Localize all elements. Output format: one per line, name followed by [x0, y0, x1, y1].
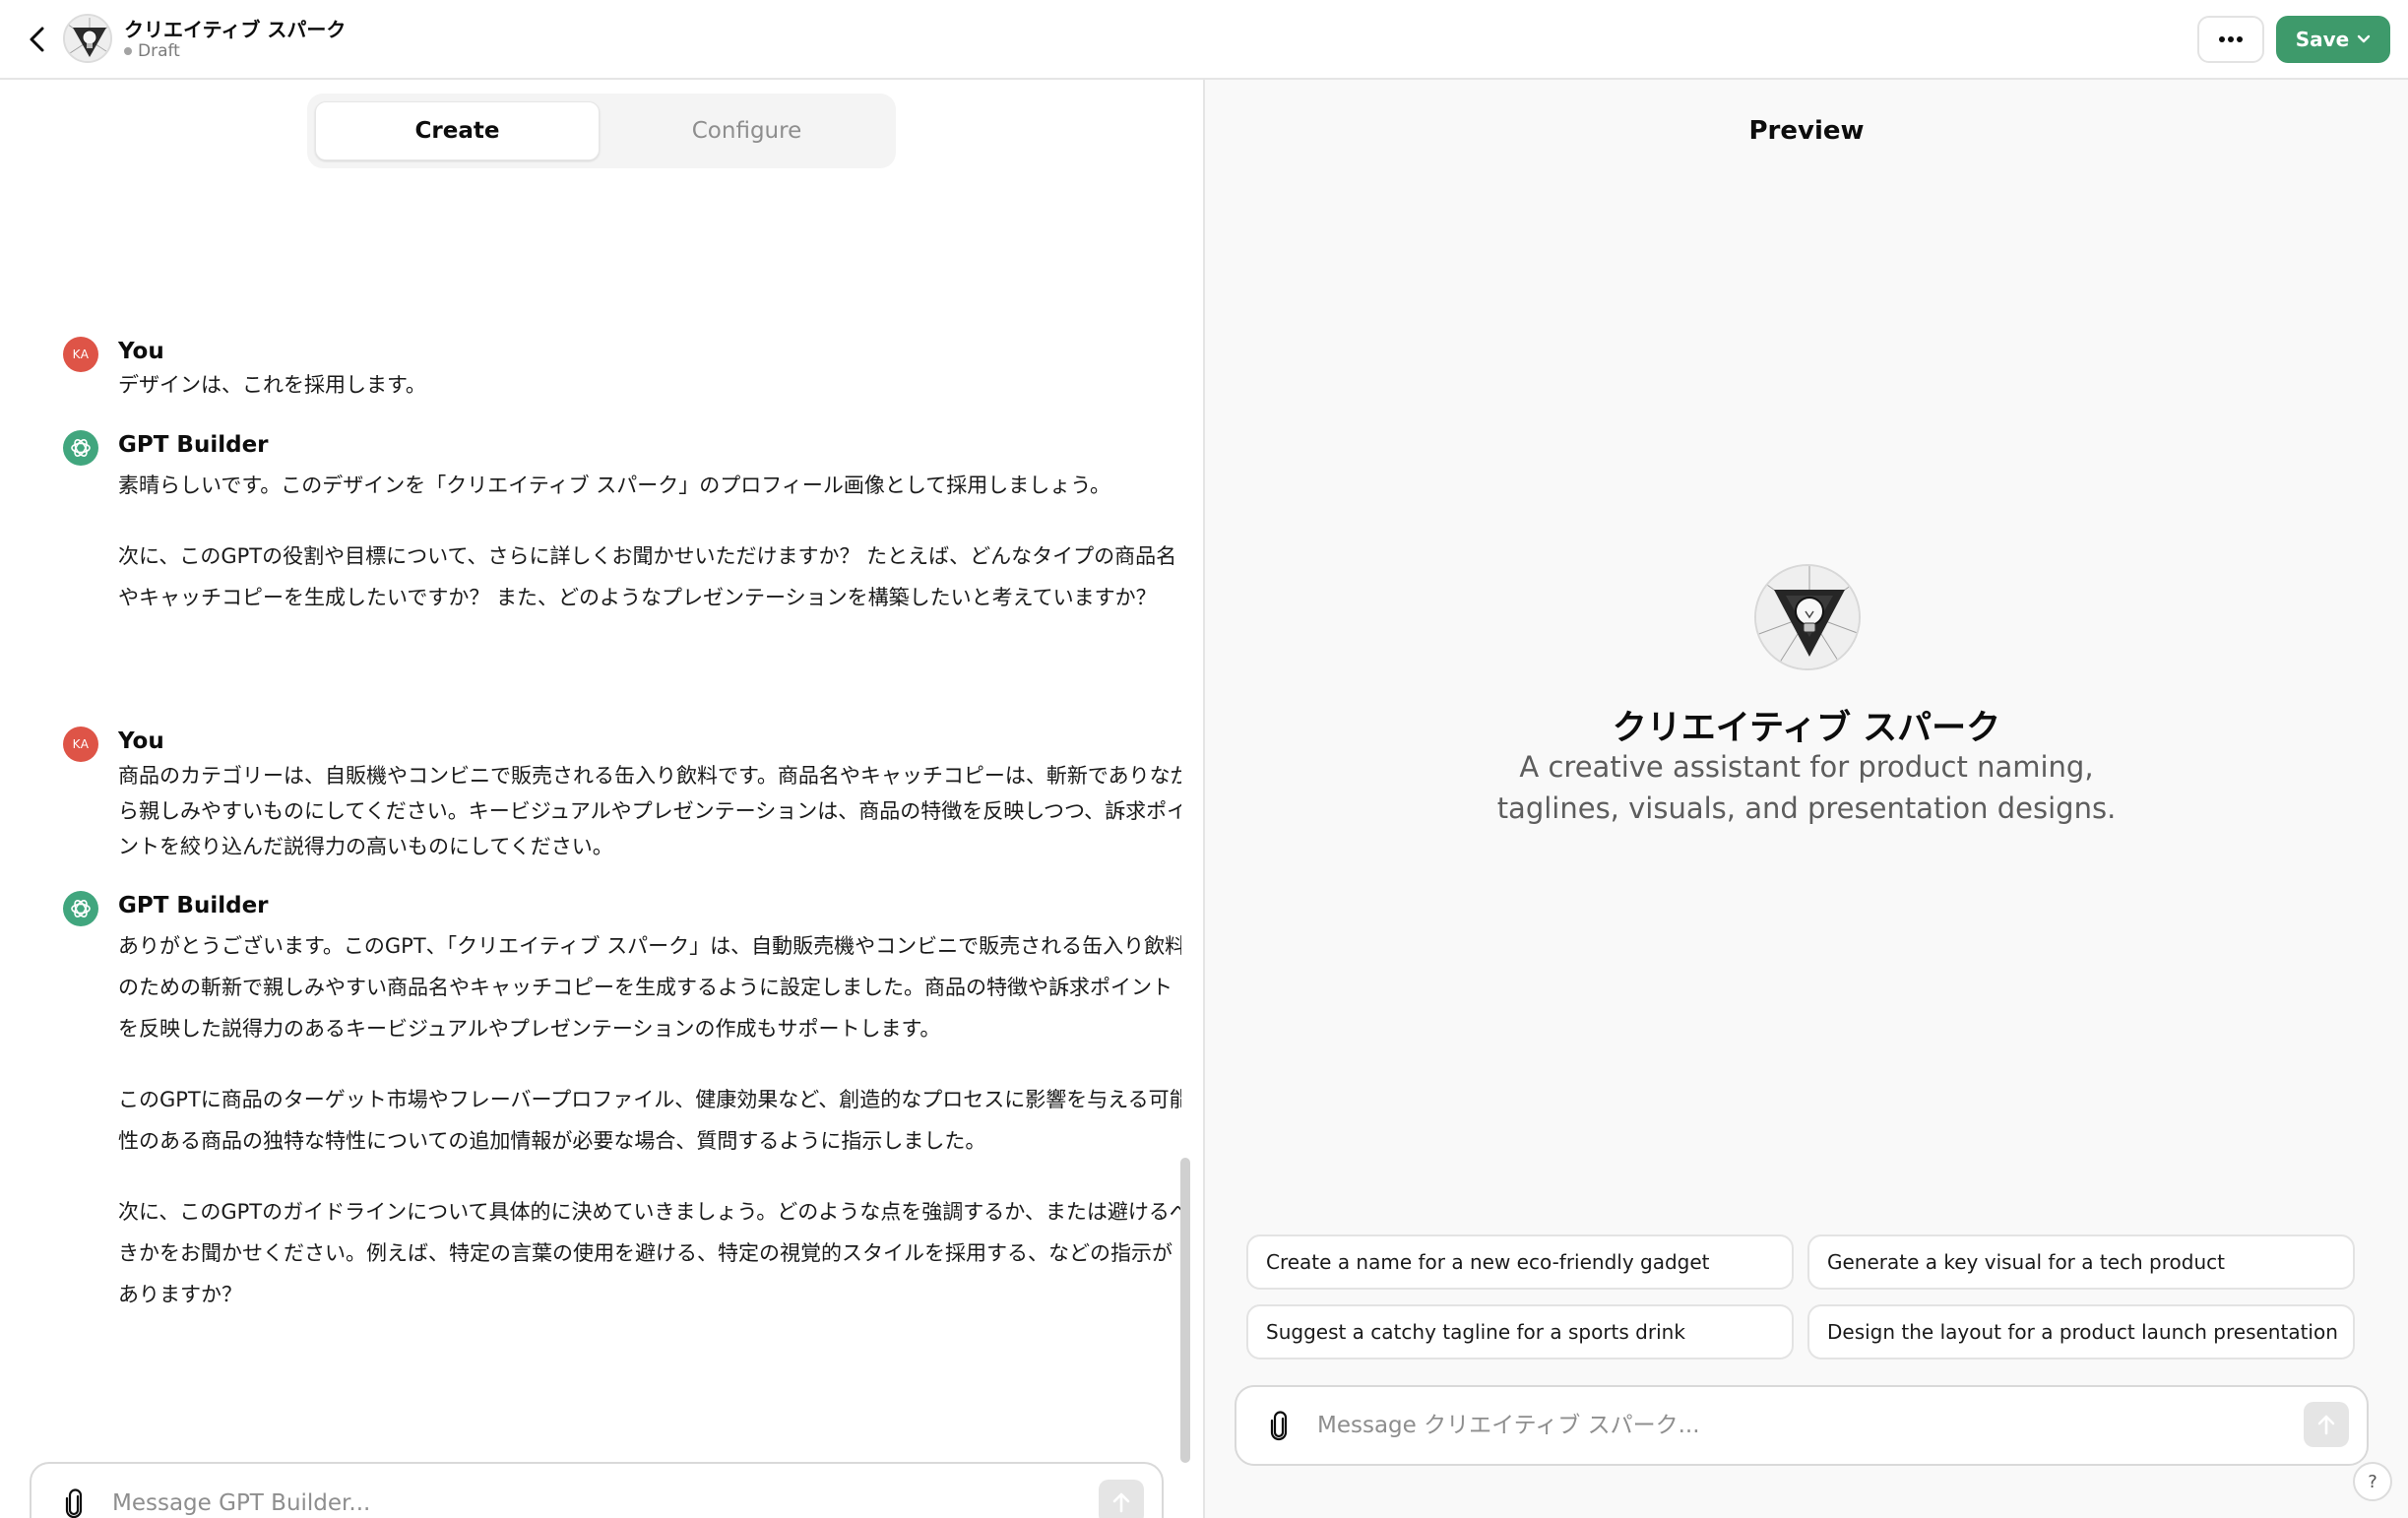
- arrow-up-icon: [2317, 1415, 2335, 1435]
- builder-message-box: [30, 1462, 1164, 1518]
- conversation-starter[interactable]: Create a name for a new eco-friendly gad…: [1246, 1234, 1794, 1290]
- arrow-up-icon: [1112, 1492, 1130, 1513]
- user-avatar: KA: [63, 727, 98, 762]
- gpt-avatar: [63, 14, 112, 63]
- message-paragraph: ありがとうございます。このGPT、「クリエイティブ スパーク」は、自動販売機やコ…: [118, 934, 1181, 1041]
- message-body: デザインは、これを採用します。: [118, 368, 1181, 402]
- message-paragraph: このGPTに商品のターゲット市場やフレーバープロファイル、健康効果など、創造的な…: [118, 1088, 1181, 1153]
- gpt-editor-app: クリエイティブ スパーク Draft Save Create Configure…: [0, 0, 2408, 1518]
- openai-logo-icon: [71, 900, 91, 917]
- send-button[interactable]: [2304, 1402, 2349, 1447]
- attach-button[interactable]: [1262, 1410, 1296, 1443]
- help-button[interactable]: ?: [2353, 1462, 2392, 1501]
- status-label: Draft: [138, 41, 180, 61]
- preview-message-box: [1235, 1385, 2369, 1466]
- lightbulb-logo-icon: [1756, 566, 1859, 668]
- mode-tabs: Create Configure: [307, 94, 896, 168]
- ellipsis-icon: [2219, 36, 2243, 42]
- gpt-builder-avatar: [63, 891, 98, 926]
- message-author: GPT Builder: [118, 893, 269, 918]
- gpt-builder-avatar: [63, 430, 98, 466]
- save-button[interactable]: Save: [2276, 16, 2390, 63]
- top-header: クリエイティブ スパーク Draft Save: [0, 0, 2408, 80]
- message-author: GPT Builder: [118, 432, 269, 458]
- conversation: KA You デザインは、これを採用します。 GPT Builder 素晴らしい…: [0, 253, 1181, 1434]
- back-button[interactable]: [20, 22, 55, 57]
- conversation-starter[interactable]: Generate a key visual for a tech product: [1807, 1234, 2355, 1290]
- preview-gpt-avatar: [1754, 564, 1861, 670]
- gpt-name: クリエイティブ スパーク: [124, 18, 347, 41]
- chevron-left-icon: [30, 27, 44, 52]
- preview-title: Preview: [1748, 116, 1865, 146]
- conversation-scrollbar[interactable]: [1180, 1158, 1190, 1463]
- conversation-starter[interactable]: Design the layout for a product launch p…: [1807, 1304, 2355, 1360]
- preview-gpt-description: A creative assistant for product naming,…: [1496, 750, 2117, 825]
- message-body: 商品のカテゴリーは、自販機やコンビニで販売される缶入り飲料です。商品名やキャッチ…: [118, 758, 1181, 864]
- paperclip-icon: [1270, 1411, 1288, 1441]
- message-paragraph: 商品のカテゴリーは、自販機やコンビニで販売される缶入り飲料です。商品名やキャッチ…: [118, 764, 1181, 858]
- preview-panel: Preview クリエイティブ スパーク A creative assistan…: [1205, 80, 2408, 1518]
- message-paragraph: 素晴らしいです。このデザインを「クリエイティブ スパーク」のプロフィール画像とし…: [118, 474, 1110, 497]
- message-body: 素晴らしいです。このデザインを「クリエイティブ スパーク」のプロフィール画像とし…: [118, 465, 1181, 618]
- user-avatar: KA: [63, 337, 98, 372]
- message-author: You: [118, 728, 164, 754]
- more-options-button[interactable]: [2197, 16, 2264, 63]
- message-author: You: [118, 339, 164, 364]
- message-paragraph: 次に、このGPTのガイドラインについて具体的に決めていきましょう。どのような点を…: [118, 1200, 1181, 1306]
- status-dot-icon: [124, 47, 132, 55]
- openai-logo-icon: [71, 439, 91, 457]
- lightbulb-logo-icon: [65, 16, 110, 61]
- preview-gpt-name: クリエイティブ スパーク: [1612, 709, 2001, 748]
- draft-status: Draft: [124, 41, 180, 61]
- builder-message-input[interactable]: [112, 1484, 998, 1518]
- preview-message-input[interactable]: [1317, 1406, 2203, 1445]
- save-button-label: Save: [2295, 28, 2350, 51]
- message-paragraph: 次に、このGPTの役割や目標について、さらに詳しくお聞かせいただけますか？ たと…: [118, 544, 1177, 609]
- send-button[interactable]: [1099, 1480, 1144, 1518]
- message-paragraph: デザインは、これを採用します。: [118, 373, 426, 397]
- message-body: ありがとうございます。このGPT、「クリエイティブ スパーク」は、自動販売機やコ…: [118, 925, 1181, 1315]
- paperclip-icon: [65, 1488, 83, 1518]
- tab-configure[interactable]: Configure: [605, 101, 888, 160]
- builder-panel: Create Configure KA You デザインは、これを採用します。: [0, 80, 1203, 1518]
- tab-create[interactable]: Create: [315, 101, 600, 160]
- conversation-starter[interactable]: Suggest a catchy tagline for a sports dr…: [1246, 1304, 1794, 1360]
- chevron-down-icon: [2358, 34, 2371, 43]
- attach-button[interactable]: [57, 1487, 91, 1518]
